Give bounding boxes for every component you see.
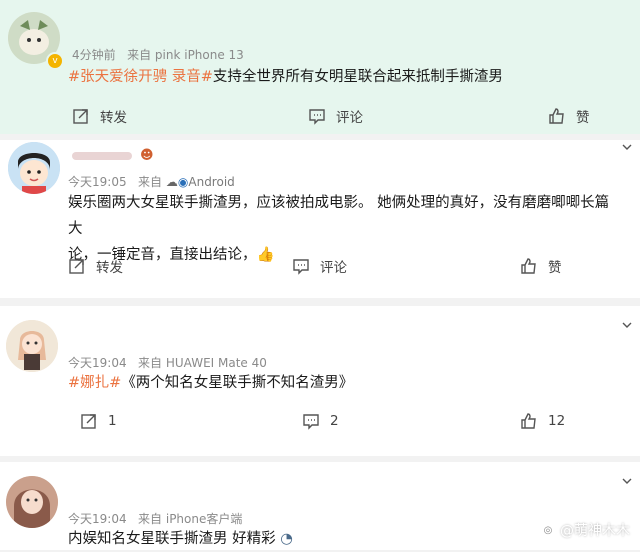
action-bar: 转发 评论 赞 [0,106,640,130]
dizzy-face-emoji-icon: ◔ [275,531,293,547]
post-time: 4分钟前 [72,48,116,62]
comment-button[interactable]: 评论 [308,106,363,126]
post-meta: 今天19:04 来自 HUAWEI Mate 40 [68,354,267,371]
post-source-prefix: 来自 [138,175,163,189]
repost-label: 转发 [100,110,127,126]
comment-button[interactable]: 2 [302,412,339,430]
post-source-brand: Android [188,175,235,189]
thumbs-up-icon [521,258,536,274]
chevron-down-icon[interactable] [622,142,632,152]
like-label: 赞 [548,260,562,276]
comment-count: 2 [330,413,339,429]
avatar-image [8,142,60,194]
repost-icon [73,109,88,124]
post-text: 内娱知名女星联手撕渣男 好精彩 ◔ [68,526,614,552]
topic-tag[interactable]: #张天爱徐开骋 录音# [68,69,213,85]
repost-label: 转发 [96,260,123,276]
post-source: 来自 HUAWEI Mate 40 [138,356,267,370]
repost-button[interactable]: 1 [80,412,117,430]
thumbs-up-icon [549,108,564,124]
post-meta: 4分钟前 来自 pink iPhone 13 [72,46,244,63]
topic-tag[interactable]: #娜扎# [68,375,121,391]
avatar-image [6,476,58,528]
like-count: 12 [548,413,566,429]
post-body: 支持全世界所有女明星联合起来抵制手撕渣男 [212,69,503,85]
repost-button[interactable]: 转发 [72,106,127,126]
cloud-icon: ☁ [165,175,178,189]
like-button[interactable]: 赞 [548,106,590,126]
post-source: 来自 pink iPhone 13 [127,48,244,62]
comment-label: 评论 [336,110,363,126]
post-time: 今天19:04 [68,512,127,526]
username-redacted [72,152,132,160]
post-text: #娜扎#《两个知名女星联手撕不知名渣男》 [68,370,614,396]
comment-icon [309,109,325,125]
post-text: #张天爱徐开骋 录音#支持全世界所有女明星联合起来抵制手撕渣男 [68,64,614,90]
post-body: 内娱知名女星联手撕渣男 好精彩 [68,531,276,547]
avatar-image [6,320,58,372]
post-body: 《两个知名女星联手撕不知名渣男》 [121,375,354,391]
chevron-down-icon[interactable] [622,476,632,486]
comment-icon [293,259,309,275]
emoji-badge: ☻ [140,148,154,163]
like-button[interactable]: 12 [520,412,565,430]
thumbs-up-icon [521,413,536,429]
post-meta: 今天19:04 来自 iPhone客户端 [68,510,242,527]
repost-icon [69,259,84,274]
comment-label: 评论 [320,260,347,276]
post-source: 来自 iPhone客户端 [138,512,243,526]
user-avatar[interactable] [6,476,58,528]
repost-icon [81,414,96,429]
post-time: 今天19:04 [68,356,127,370]
repost-button[interactable]: 转发 [68,256,123,276]
weibo-post-3: 今天19:04 来自 HUAWEI Mate 40 #娜扎#《两个知名女星联手撕… [0,306,640,456]
watermark-logo-icon: ◎ [540,522,556,538]
watermark-text: @萌神木木 [560,523,630,539]
post-meta: 今天19:05 来自 ☁◉Android [68,173,235,190]
chevron-down-icon[interactable] [622,320,632,330]
comment-icon [303,414,319,430]
weibo-post-2: ☻ 今天19:05 来自 ☁◉Android 娱乐圈两大女星联手撕渣男，应该被拍… [0,140,640,298]
action-bar: 转发 评论 赞 [0,256,640,280]
like-button[interactable]: 赞 [520,256,562,276]
watermark: ◎ @萌神木木 [540,520,630,540]
wave-icon: ◉ [177,175,189,189]
repost-count: 1 [108,413,117,429]
comment-button[interactable]: 评论 [292,256,347,276]
post-body-line1: 娱乐圈两大女星联手撕渣男，应该被拍成电影。 她俩处理的真好，没有磨磨唧唧长篇大 [68,195,610,237]
action-bar: 1 2 12 [0,412,640,436]
like-label: 赞 [576,110,590,126]
weibo-post-1: v 4分钟前 来自 pink iPhone 13 #张天爱徐开骋 录音#支持全世… [0,0,640,134]
verified-badge: v [46,52,64,70]
user-avatar[interactable] [8,142,60,194]
post-time: 今天19:05 [68,175,127,189]
user-avatar[interactable] [6,320,58,372]
weibo-post-4: 今天19:04 来自 iPhone客户端 内娱知名女星联手撕渣男 好精彩 ◔ ◎… [0,462,640,550]
